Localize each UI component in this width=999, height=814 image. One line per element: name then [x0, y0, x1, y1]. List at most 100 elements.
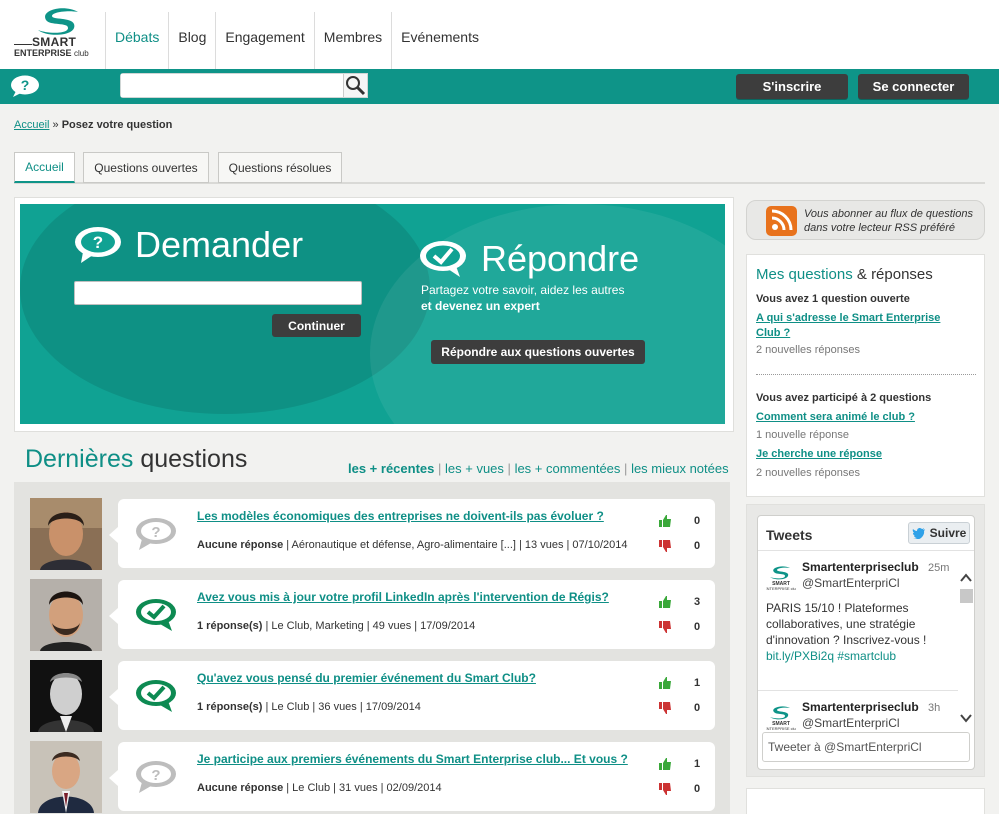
question-meta: 1 réponse(s) | Le Club, Marketing | 49 v… [197, 620, 476, 632]
thumbs-down-icon [659, 702, 671, 714]
sort-most-commented[interactable]: les + commentées [515, 461, 621, 476]
search-icon [346, 76, 366, 96]
sort-best-rated[interactable]: les mieux notées [631, 461, 729, 476]
question-row: ? Les modèles économiques des entreprise… [14, 482, 730, 570]
search-button[interactable] [343, 74, 367, 97]
tweet-compose-input[interactable]: Tweeter à @SmartEnterpriCl [762, 732, 970, 762]
answer-open-questions-button[interactable]: Répondre aux questions ouvertes [431, 340, 645, 364]
tweet-time[interactable]: 25m [928, 562, 949, 574]
thumbs-down-icon [659, 783, 671, 795]
avatar[interactable] [30, 741, 102, 813]
breadcrumb-home[interactable]: Accueil [14, 119, 49, 131]
breadcrumb-separator: » [52, 119, 59, 131]
chevron-up-icon[interactable] [958, 571, 974, 585]
open-question-link[interactable]: A qui s'adresse le Smart Enterprise Club… [756, 311, 940, 341]
rss-subscribe[interactable]: Vous abonner au flux de questions dans v… [746, 200, 985, 240]
sort-most-viewed[interactable]: les + vues [445, 461, 504, 476]
upvote-count: 0 [694, 515, 701, 527]
unanswered-question-icon: ? [136, 761, 176, 793]
nav-evenements[interactable]: Evénements [391, 12, 488, 69]
nav-membres[interactable]: Membres [313, 12, 391, 69]
question-title-link[interactable]: Qu'avez vous pensé du premier événement … [197, 671, 536, 685]
question-title-link[interactable]: Les modèles économiques des entreprises … [197, 509, 604, 523]
upvote-count: 1 [694, 758, 701, 770]
sort-separator: | [507, 461, 511, 476]
sidebar-panel [746, 788, 985, 814]
upvote-count: 3 [694, 596, 701, 608]
thumbs-down-icon [659, 621, 671, 633]
tweet-text: PARIS 15/10 ! Plateformes collaboratives… [766, 601, 927, 663]
participated-count: Vous avez participé à 2 questions [756, 392, 932, 404]
downvote[interactable]: 0 [658, 620, 713, 634]
smart-enterprise-avatar-icon[interactable]: SMART ENTERPRISE club [766, 566, 796, 590]
divider [758, 550, 974, 551]
answered-question-icon [136, 599, 176, 631]
participated-question-link[interactable]: Je cherche une réponse [756, 447, 882, 462]
upvote[interactable]: 3 [658, 595, 713, 609]
answer-subtitle: Partagez votre savoir, aidez les autres … [421, 282, 624, 314]
search-box [120, 73, 368, 98]
follow-button[interactable]: Suivre [908, 522, 970, 544]
top-bar: ? S'inscrire Se connecter [0, 69, 999, 104]
upvote[interactable]: 0 [658, 514, 713, 528]
nav-engagement[interactable]: Engagement [215, 12, 313, 69]
upvote[interactable]: 1 [658, 757, 713, 771]
rss-text: Vous abonner au flux de questions dans v… [804, 208, 973, 234]
question-input[interactable] [74, 281, 362, 305]
question-bubble-icon[interactable]: ? [10, 75, 40, 97]
question-card: ? Je participe aux premiers événements d… [109, 742, 715, 811]
upvote-count: 1 [694, 677, 701, 689]
smart-enterprise-avatar-icon[interactable]: SMART ENTERPRISE club [766, 706, 796, 730]
tab-questions-resolues[interactable]: Questions résolues [218, 152, 342, 183]
nav-blog[interactable]: Blog [168, 12, 215, 69]
answer-subtitle-line1: Partagez votre savoir, aidez les autres [421, 283, 625, 297]
svg-text:ENTERPRISE club: ENTERPRISE club [766, 726, 796, 730]
question-meta: Aucune réponse | Aéronautique et défense… [197, 539, 628, 551]
logo[interactable]: SMART ENTERPRISE club [14, 8, 100, 64]
tabs: Accueil Questions ouvertes Questions rés… [14, 152, 985, 184]
breadcrumb: Accueil » Posez votre question [14, 119, 172, 131]
tab-questions-ouvertes[interactable]: Questions ouvertes [83, 152, 209, 183]
participated-question-link[interactable]: Comment sera animé le club ? [756, 410, 915, 425]
downvote[interactable]: 0 [658, 701, 713, 715]
twitter-widget: Tweets Suivre SMART ENTERPRISE club Smar… [757, 515, 975, 770]
question-row: ? Je participe aux premiers événements d… [14, 725, 730, 813]
question-bubble-icon: ? [75, 227, 121, 263]
continue-button[interactable]: Continuer [272, 314, 361, 337]
downvote[interactable]: 0 [658, 782, 713, 796]
hero-banner: ? Demander Continuer Répondre Partagez v… [20, 204, 725, 424]
tweet-link[interactable]: bit.ly/PXBi2q #smartclub [766, 649, 896, 663]
question-title-link[interactable]: Avez vous mis à jour votre profil Linked… [197, 590, 609, 604]
chevron-down-icon[interactable] [958, 711, 974, 725]
tweet-author-handle[interactable]: @SmartEnterpriCl [802, 716, 900, 730]
participated-question-replies: 2 nouvelles réponses [756, 467, 860, 479]
tweet-author-handle[interactable]: @SmartEnterpriCl [802, 576, 900, 590]
tweet-time[interactable]: 3h [928, 702, 940, 714]
signup-button[interactable]: S'inscrire [736, 74, 848, 99]
follow-label: Suivre [929, 526, 967, 540]
tab-accueil[interactable]: Accueil [14, 152, 75, 183]
login-button[interactable]: Se connecter [858, 74, 969, 99]
nav-debats[interactable]: Débats [105, 12, 168, 69]
tweets-scrollbar[interactable] [958, 571, 974, 731]
svg-text:?: ? [93, 233, 103, 252]
rss-icon [766, 206, 797, 236]
avatar[interactable] [30, 579, 102, 651]
downvote[interactable]: 0 [658, 539, 713, 553]
sort-separator: | [438, 461, 442, 476]
ask-title: Demander [135, 224, 304, 265]
divider [756, 374, 976, 375]
thumbs-up-icon [659, 596, 671, 608]
logo-line1: SMART [32, 35, 77, 49]
avatar[interactable] [30, 498, 102, 570]
search-input[interactable] [121, 74, 343, 97]
upvote[interactable]: 1 [658, 676, 713, 690]
question-title-link[interactable]: Je participe aux premiers événements du … [197, 752, 628, 766]
sort-separator: | [624, 461, 628, 476]
avatar[interactable] [30, 660, 102, 732]
tweet-author-name[interactable]: Smartenterpriseclub [802, 700, 919, 714]
twitter-bird-icon [911, 527, 925, 539]
sort-recent[interactable]: les + récentes [348, 461, 434, 476]
scrollbar-thumb[interactable] [960, 589, 973, 603]
tweet-author-name[interactable]: Smartenterpriseclub [802, 560, 919, 574]
